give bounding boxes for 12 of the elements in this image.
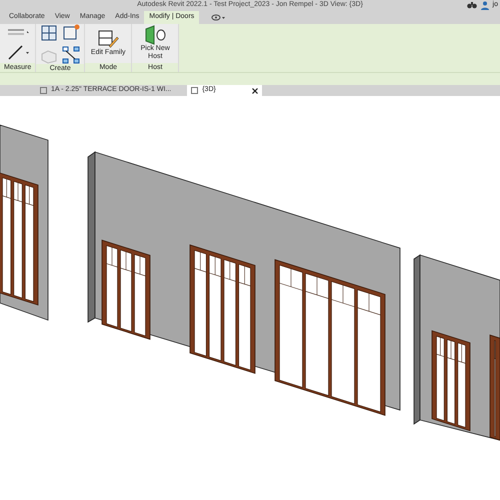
create-similar-icon[interactable] xyxy=(62,24,80,42)
group-icon[interactable] xyxy=(40,24,58,42)
pick-host-icon xyxy=(143,25,168,46)
measure-diagonal-icon[interactable] xyxy=(6,43,30,62)
edit-family-icon xyxy=(97,29,120,50)
cube-icon xyxy=(191,87,198,94)
close-icon[interactable] xyxy=(252,88,258,94)
dropdown-icon[interactable] xyxy=(211,14,226,21)
user-icon[interactable] xyxy=(480,0,489,10)
binoculars-icon[interactable] xyxy=(466,1,477,10)
assembly-icon[interactable] xyxy=(62,46,80,64)
sheet-icon xyxy=(40,87,47,94)
